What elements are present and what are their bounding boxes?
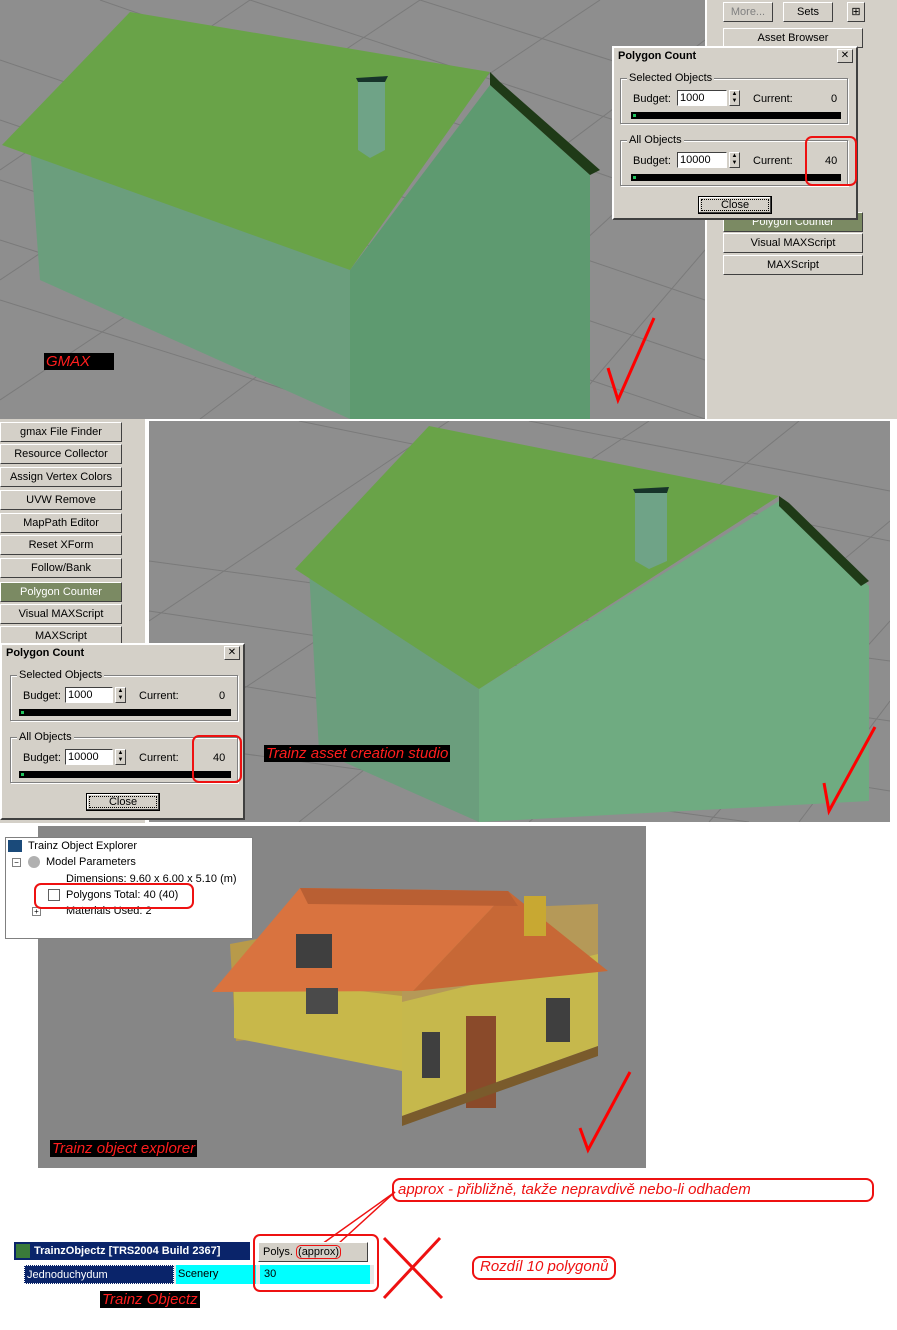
selected-current-value: 0: [831, 93, 838, 105]
visual-maxscript-button[interactable]: Visual MAXScript: [723, 233, 863, 253]
configure-sets-icon[interactable]: ⊞: [847, 2, 865, 22]
sets-button[interactable]: Sets: [783, 2, 833, 22]
selected-progress-bar: [631, 112, 841, 119]
gmax-file-finder-button[interactable]: gmax File Finder: [0, 422, 122, 442]
all-budget-input[interactable]: 10000: [65, 749, 113, 765]
assign-vertex-colors-button[interactable]: Assign Vertex Colors: [0, 467, 122, 487]
spinner-arrows-icon[interactable]: ▲ ▼: [115, 749, 126, 765]
current-label: Current:: [139, 752, 179, 764]
highlight-all-current-top: [805, 136, 857, 186]
close-button[interactable]: Close: [698, 196, 772, 214]
tacs-viewport[interactable]: Trainz asset creation studio: [149, 421, 890, 822]
uvw-remove-button[interactable]: UVW Remove: [0, 490, 122, 510]
group-label: Selected Objects: [17, 669, 105, 681]
explorer-title: Trainz Object Explorer: [28, 840, 138, 852]
gmax-label: GMAX: [44, 353, 114, 370]
explorer-label: Trainz object explorer: [50, 1140, 198, 1157]
objectz-label: Trainz Objectz: [100, 1291, 200, 1308]
maxscript-button[interactable]: MAXScript: [723, 255, 863, 275]
name-cell[interactable]: Jednoduchydum: [24, 1265, 174, 1284]
selected-objects-group: Selected Objects Budget: 1000 ▲ ▼ Current…: [620, 72, 848, 124]
objectz-window-titlebar: TrainzObjectz [TRS2004 Build 2367]: [14, 1242, 250, 1260]
follow-bank-button[interactable]: Follow/Bank: [0, 558, 122, 578]
spinner-arrows-icon[interactable]: ▲ ▼: [729, 90, 740, 106]
tree-expand-icon[interactable]: −: [12, 858, 21, 867]
model-parameters-icon: [28, 856, 40, 868]
current-label: Current:: [139, 690, 179, 702]
dialog-title: Polygon Count: [2, 645, 243, 663]
budget-label: Budget:: [23, 690, 61, 702]
close-button[interactable]: Close: [86, 793, 160, 811]
objectz-title: TrainzObjectz [TRS2004 Build 2367]: [34, 1245, 221, 1257]
selected-progress-bar: [19, 709, 231, 716]
polygon-count-dialog-top: Polygon Count ✕ Selected Objects Budget:…: [612, 46, 858, 220]
mappath-editor-button[interactable]: MapPath Editor: [0, 513, 122, 533]
x-mark-icon: [382, 1236, 444, 1300]
checkmark-icon: [606, 317, 656, 404]
checkmark-icon: [578, 1071, 632, 1154]
resource-collector-button[interactable]: Resource Collector: [0, 444, 122, 464]
group-label: Selected Objects: [627, 72, 715, 84]
visual-maxscript-button[interactable]: Visual MAXScript: [0, 604, 122, 624]
polygon-count-dialog-mid: Polygon Count ✕ Selected Objects Budget:…: [0, 643, 245, 820]
gmax-viewport[interactable]: GMAX: [0, 0, 705, 419]
group-label: All Objects: [17, 731, 74, 743]
asset-browser-button[interactable]: Asset Browser: [723, 28, 863, 48]
reset-xform-button[interactable]: Reset XForm: [0, 535, 122, 555]
model-parameters-node[interactable]: Model Parameters: [46, 856, 136, 868]
highlight-polygons-total: [34, 883, 194, 909]
budget-label: Budget:: [633, 93, 671, 105]
selected-budget-input[interactable]: 1000: [65, 687, 113, 703]
current-label: Current:: [753, 93, 793, 105]
spinner-arrows-icon[interactable]: ▲ ▼: [729, 152, 740, 168]
highlight-all-current-mid: [192, 735, 242, 783]
group-label: All Objects: [627, 134, 684, 146]
app-icon: [16, 1244, 30, 1258]
polygon-counter-button[interactable]: Polygon Counter: [0, 582, 122, 602]
tacs-scene: [149, 421, 890, 822]
close-icon[interactable]: ✕: [837, 49, 853, 63]
spinner-arrows-icon[interactable]: ▲ ▼: [115, 687, 126, 703]
selected-objects-group: Selected Objects Budget: 1000 ▲ ▼ Current…: [10, 669, 238, 721]
close-icon[interactable]: ✕: [224, 646, 240, 660]
app-icon: [8, 840, 22, 852]
all-budget-input[interactable]: 10000: [677, 152, 727, 168]
selected-current-value: 0: [219, 690, 226, 702]
budget-label: Budget:: [23, 752, 61, 764]
checkmark-icon: [822, 726, 877, 816]
budget-label: Budget:: [633, 155, 671, 167]
type-cell[interactable]: Scenery: [176, 1265, 256, 1284]
dialog-title: Polygon Count: [614, 48, 856, 66]
current-label: Current:: [753, 155, 793, 167]
highlight-polys-column: [253, 1234, 379, 1292]
difference-note: Rozdíl 10 polygonů: [472, 1256, 617, 1280]
more-button[interactable]: More...: [723, 2, 773, 22]
approx-note: approx - přibližně, takže nepravdivě neb…: [392, 1178, 874, 1202]
tacs-label: Trainz asset creation studio: [264, 745, 451, 762]
selected-budget-input[interactable]: 1000: [677, 90, 727, 106]
